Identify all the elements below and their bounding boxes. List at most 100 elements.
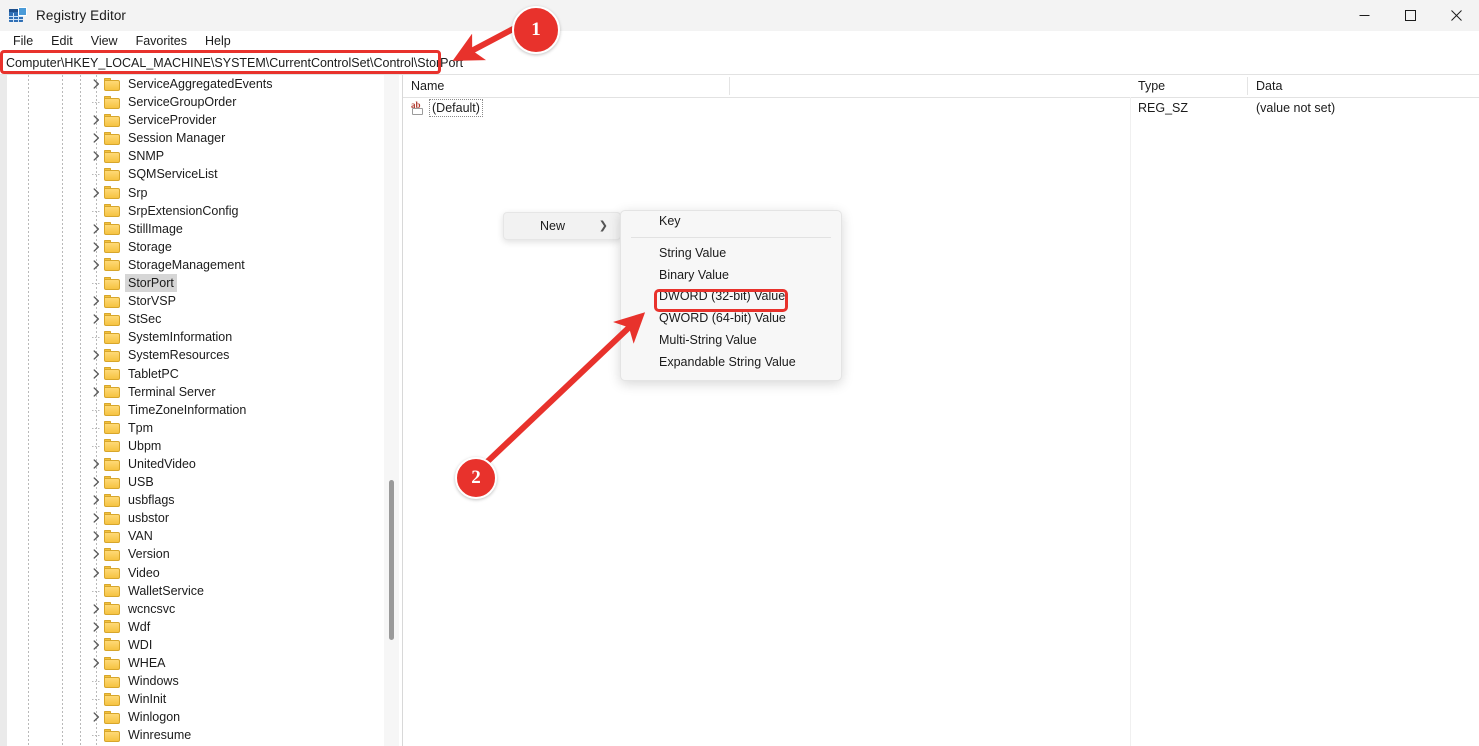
tree-item-srpextensionconfig[interactable]: SrpExtensionConfig xyxy=(0,202,380,220)
tree-item-wininit[interactable]: WinInit xyxy=(0,690,380,708)
folder-icon xyxy=(104,96,120,109)
tree-item-storagemanagement[interactable]: StorageManagement xyxy=(0,256,380,274)
menu-item-expandable-string-value[interactable]: Expandable String Value xyxy=(621,352,841,374)
tree-item-sqmservicelist[interactable]: SQMServiceList xyxy=(0,165,380,183)
chevron-right-icon[interactable] xyxy=(90,259,102,271)
chevron-right-icon[interactable] xyxy=(90,187,102,199)
new-submenu[interactable]: Key String Value Binary Value DWORD (32-… xyxy=(620,210,842,381)
tree-item-unitedvideo[interactable]: UnitedVideo xyxy=(0,455,380,473)
address-bar[interactable]: Computer\HKEY_LOCAL_MACHINE\SYSTEM\Curre… xyxy=(0,52,1479,75)
chevron-right-icon[interactable] xyxy=(90,476,102,488)
menu-item-string-value[interactable]: String Value xyxy=(621,243,841,265)
tree-item-wcncsvc[interactable]: wcncsvc xyxy=(0,600,380,618)
tree-item-storvsp[interactable]: StorVSP xyxy=(0,292,380,310)
tree-item-windows[interactable]: Windows xyxy=(0,672,380,690)
tree-item-walletservice[interactable]: WalletService xyxy=(0,582,380,600)
menu-item-qword-64-bit-value[interactable]: QWORD (64-bit) Value xyxy=(621,308,841,330)
string-value-icon: ab xyxy=(411,101,426,115)
menu-edit[interactable]: Edit xyxy=(42,31,82,52)
tree-item-label: Version xyxy=(125,545,173,563)
tree-item-stsec[interactable]: StSec xyxy=(0,310,380,328)
tree-scrollbar[interactable] xyxy=(384,75,399,746)
chevron-right-icon[interactable] xyxy=(90,657,102,669)
tree-item-label: TabletPC xyxy=(125,365,182,383)
chevron-right-icon[interactable] xyxy=(90,386,102,398)
tree-item-usb[interactable]: USB xyxy=(0,473,380,491)
chevron-right-icon[interactable] xyxy=(90,621,102,633)
context-menu-item-new[interactable]: New ❯ xyxy=(503,212,621,240)
chevron-right-icon[interactable] xyxy=(90,349,102,361)
chevron-right-icon[interactable] xyxy=(90,512,102,524)
tree-item-usbflags[interactable]: usbflags xyxy=(0,491,380,509)
tree-item-tpm[interactable]: Tpm xyxy=(0,419,380,437)
tree-item-wdf[interactable]: Wdf xyxy=(0,618,380,636)
menu-item-binary-value[interactable]: Binary Value xyxy=(621,265,841,287)
menu-view[interactable]: View xyxy=(82,31,127,52)
chevron-right-icon[interactable] xyxy=(90,548,102,560)
tree-scrollbar-thumb[interactable] xyxy=(389,480,394,640)
close-button[interactable] xyxy=(1433,0,1479,31)
tree-item-serviceaggregatedevents[interactable]: ServiceAggregatedEvents xyxy=(0,75,380,93)
column-header-data[interactable]: Data xyxy=(1248,75,1479,97)
tree-item-storage[interactable]: Storage xyxy=(0,238,380,256)
menu-help[interactable]: Help xyxy=(196,31,240,52)
chevron-right-icon[interactable] xyxy=(90,78,102,90)
tree-item-ubpm[interactable]: Ubpm xyxy=(0,437,380,455)
minimize-button[interactable] xyxy=(1341,0,1387,31)
value-name[interactable]: (Default) xyxy=(429,99,483,117)
tree-item-usbstor[interactable]: usbstor xyxy=(0,509,380,527)
chevron-right-icon[interactable] xyxy=(90,368,102,380)
tree-item-wdi[interactable]: WDI xyxy=(0,636,380,654)
menu-item-key[interactable]: Key xyxy=(621,211,841,233)
chevron-right-icon[interactable] xyxy=(90,530,102,542)
chevron-right-icon[interactable] xyxy=(90,241,102,253)
folder-icon xyxy=(104,204,120,217)
menu-file[interactable]: File xyxy=(4,31,42,52)
chevron-right-icon[interactable] xyxy=(90,494,102,506)
chevron-right-icon[interactable] xyxy=(90,223,102,235)
chevron-right-icon[interactable] xyxy=(90,313,102,325)
tree-item-storport[interactable]: StorPort xyxy=(0,274,380,292)
values-list-pane[interactable]: Name Type Data ab (Default) REG_SZ (valu… xyxy=(403,75,1479,746)
tree-item-whea[interactable]: WHEA xyxy=(0,654,380,672)
column-header-type[interactable]: Type xyxy=(1130,75,1248,97)
chevron-right-icon[interactable] xyxy=(90,150,102,162)
chevron-right-icon[interactable] xyxy=(90,639,102,651)
chevron-right-icon[interactable] xyxy=(90,132,102,144)
chevron-right-icon[interactable] xyxy=(90,567,102,579)
chevron-right-icon[interactable] xyxy=(90,711,102,723)
menu-favorites[interactable]: Favorites xyxy=(127,31,196,52)
chevron-right-icon[interactable] xyxy=(90,603,102,615)
address-bar-value[interactable]: Computer\HKEY_LOCAL_MACHINE\SYSTEM\Curre… xyxy=(6,52,463,74)
registry-tree-pane[interactable]: ServiceAggregatedEventsServiceGroupOrder… xyxy=(0,75,403,746)
tree-item-label: WalletService xyxy=(125,582,207,600)
tree-item-servicegrouporder[interactable]: ServiceGroupOrder xyxy=(0,93,380,111)
maximize-button[interactable] xyxy=(1387,0,1433,31)
tree-item-tabletpc[interactable]: TabletPC xyxy=(0,365,380,383)
menu-item-multi-string-value[interactable]: Multi-String Value xyxy=(621,330,841,352)
chevron-right-icon[interactable] xyxy=(90,458,102,470)
tree-item-label: Winresume xyxy=(125,726,194,744)
chevron-right-icon[interactable] xyxy=(90,114,102,126)
chevron-right-icon[interactable] xyxy=(90,295,102,307)
tree-item-timezoneinformation[interactable]: TimeZoneInformation xyxy=(0,401,380,419)
tree-item-van[interactable]: VAN xyxy=(0,527,380,545)
table-row[interactable]: ab (Default) REG_SZ (value not set) xyxy=(403,97,1479,119)
tree-item-label: StorageManagement xyxy=(125,256,248,274)
tree-item-video[interactable]: Video xyxy=(0,564,380,582)
tree-item-serviceprovider[interactable]: ServiceProvider xyxy=(0,111,380,129)
tree-item-terminal-server[interactable]: Terminal Server xyxy=(0,383,380,401)
tree-item-systeminformation[interactable]: SystemInformation xyxy=(0,328,380,346)
tree-item-systemresources[interactable]: SystemResources xyxy=(0,346,380,364)
tree-item-winresume[interactable]: Winresume xyxy=(0,726,380,744)
tree-connector xyxy=(92,211,101,212)
tree-item-session-manager[interactable]: Session Manager xyxy=(0,129,380,147)
column-header-name[interactable]: Name xyxy=(411,75,730,97)
tree-item-stillimage[interactable]: StillImage xyxy=(0,220,380,238)
tree-item-version[interactable]: Version xyxy=(0,545,380,563)
menu-item-dword-32-bit-value[interactable]: DWORD (32-bit) Value xyxy=(621,286,841,308)
registry-editor-window: Registry Editor File Edit View Favorites… xyxy=(0,0,1479,746)
tree-item-winlogon[interactable]: Winlogon xyxy=(0,708,380,726)
tree-item-snmp[interactable]: SNMP xyxy=(0,147,380,165)
tree-item-srp[interactable]: Srp xyxy=(0,184,380,202)
